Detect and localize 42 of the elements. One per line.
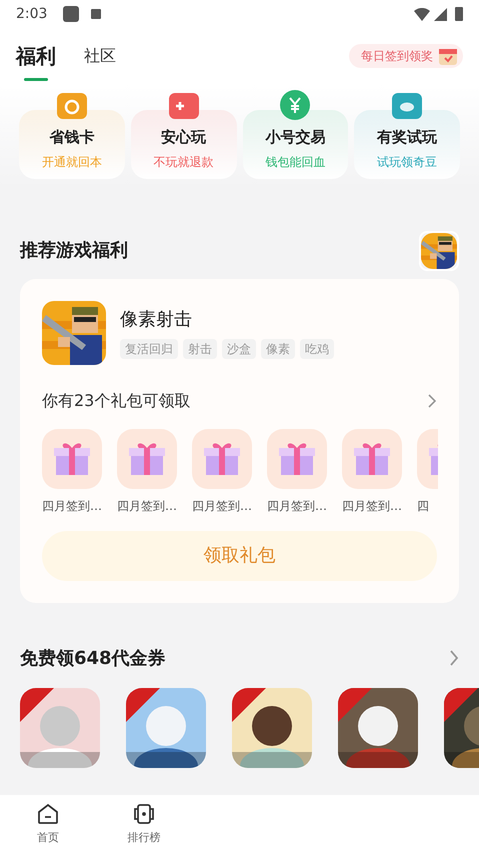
battery-icon	[455, 7, 463, 21]
keyboard-notification-icon	[91, 9, 102, 19]
game-tag: 沙盒	[222, 339, 256, 359]
section-title: 推荐游戏福利	[20, 239, 128, 263]
gift-label: 四月签到…	[117, 498, 177, 514]
nav-item[interactable]: 首页	[0, 795, 96, 853]
notification-icon	[63, 6, 80, 22]
gift-tile[interactable]	[42, 428, 102, 488]
gift-count: 你有23个礼包可领取	[42, 390, 190, 412]
gift-tile[interactable]	[342, 428, 402, 488]
section-title: 免费领648代金券	[20, 646, 166, 670]
feature-subtitle: 不玩就退款	[154, 154, 214, 170]
signal-icon	[434, 8, 447, 20]
feature-subtitle: 开通就回本	[42, 154, 102, 170]
status-time: 2:03	[16, 4, 48, 24]
gift-label: 四月签到…	[42, 498, 102, 514]
game-tag: 射击	[183, 339, 217, 359]
feature-title: 安心玩	[161, 127, 206, 148]
tab[interactable]: 社区	[84, 28, 116, 84]
gift-tile[interactable]	[117, 428, 177, 488]
cards-icon	[132, 802, 156, 826]
feature-title: 小号交易	[265, 127, 326, 148]
home-icon	[36, 802, 60, 826]
game-tag: 吃鸡	[300, 339, 334, 359]
game-tag: 像素	[261, 339, 295, 359]
gift-label: 四	[417, 498, 429, 514]
feature-title: 有奖试玩	[377, 127, 438, 148]
nav-item[interactable]: 排行榜	[96, 795, 192, 853]
gift-tile[interactable]	[267, 428, 327, 488]
chevron-right-icon[interactable]	[449, 650, 459, 666]
gift-label: 四月签到…	[192, 498, 252, 514]
wifi-icon	[414, 8, 430, 20]
feature-title: 省钱卡	[49, 127, 94, 148]
game-tag: 复活回归	[120, 339, 178, 359]
game-title: 像素射击	[120, 308, 193, 332]
chevron-right-icon[interactable]	[427, 394, 437, 408]
tab[interactable]: 福利	[16, 28, 56, 84]
feature-subtitle: 试玩领奇豆	[377, 154, 438, 170]
gift-label: 四月签到…	[342, 498, 402, 514]
gift-label: 四月签到…	[267, 498, 327, 514]
feature-subtitle: 钱包能回血	[265, 154, 326, 170]
gift-tile[interactable]	[192, 428, 252, 488]
